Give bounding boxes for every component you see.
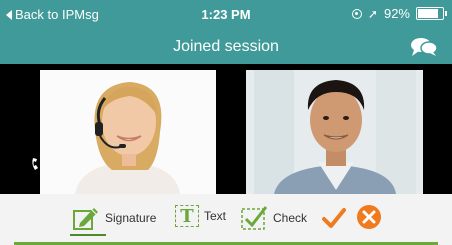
annotation-toolbar: Signature T Text Check	[0, 194, 452, 245]
status-bar: Back to IPMsg 1:23 PM ➚ 92%	[0, 0, 452, 30]
battery-icon	[416, 7, 447, 20]
status-indicators: ➚ 92%	[351, 6, 447, 21]
confirm-checkmark-icon[interactable]	[321, 206, 347, 230]
participant-video-man	[246, 70, 423, 194]
signature-pen-icon	[73, 208, 98, 230]
video-area	[0, 64, 452, 194]
location-icon: ➚	[367, 6, 378, 21]
text-tool-button[interactable]: T Text	[175, 205, 226, 227]
text-t-icon: T	[175, 205, 199, 227]
active-tool-indicator	[70, 234, 106, 236]
phone-icon	[32, 158, 38, 170]
check-tool-button[interactable]: Check	[240, 205, 307, 231]
signature-label: Signature	[105, 211, 157, 225]
check-label: Check	[273, 211, 308, 225]
signature-tool-button[interactable]: Signature	[72, 205, 156, 231]
check-box-icon	[241, 206, 268, 230]
page-title: Joined session	[173, 38, 279, 55]
navigation-bar: Joined session	[0, 30, 452, 64]
text-label: Text	[204, 209, 227, 223]
participant-video-woman	[40, 70, 216, 194]
battery-percent: 92%	[383, 6, 410, 21]
orientation-lock-icon	[351, 8, 362, 19]
chat-bubbles-icon[interactable]	[410, 37, 438, 57]
cancel-x-icon[interactable]	[356, 204, 382, 230]
